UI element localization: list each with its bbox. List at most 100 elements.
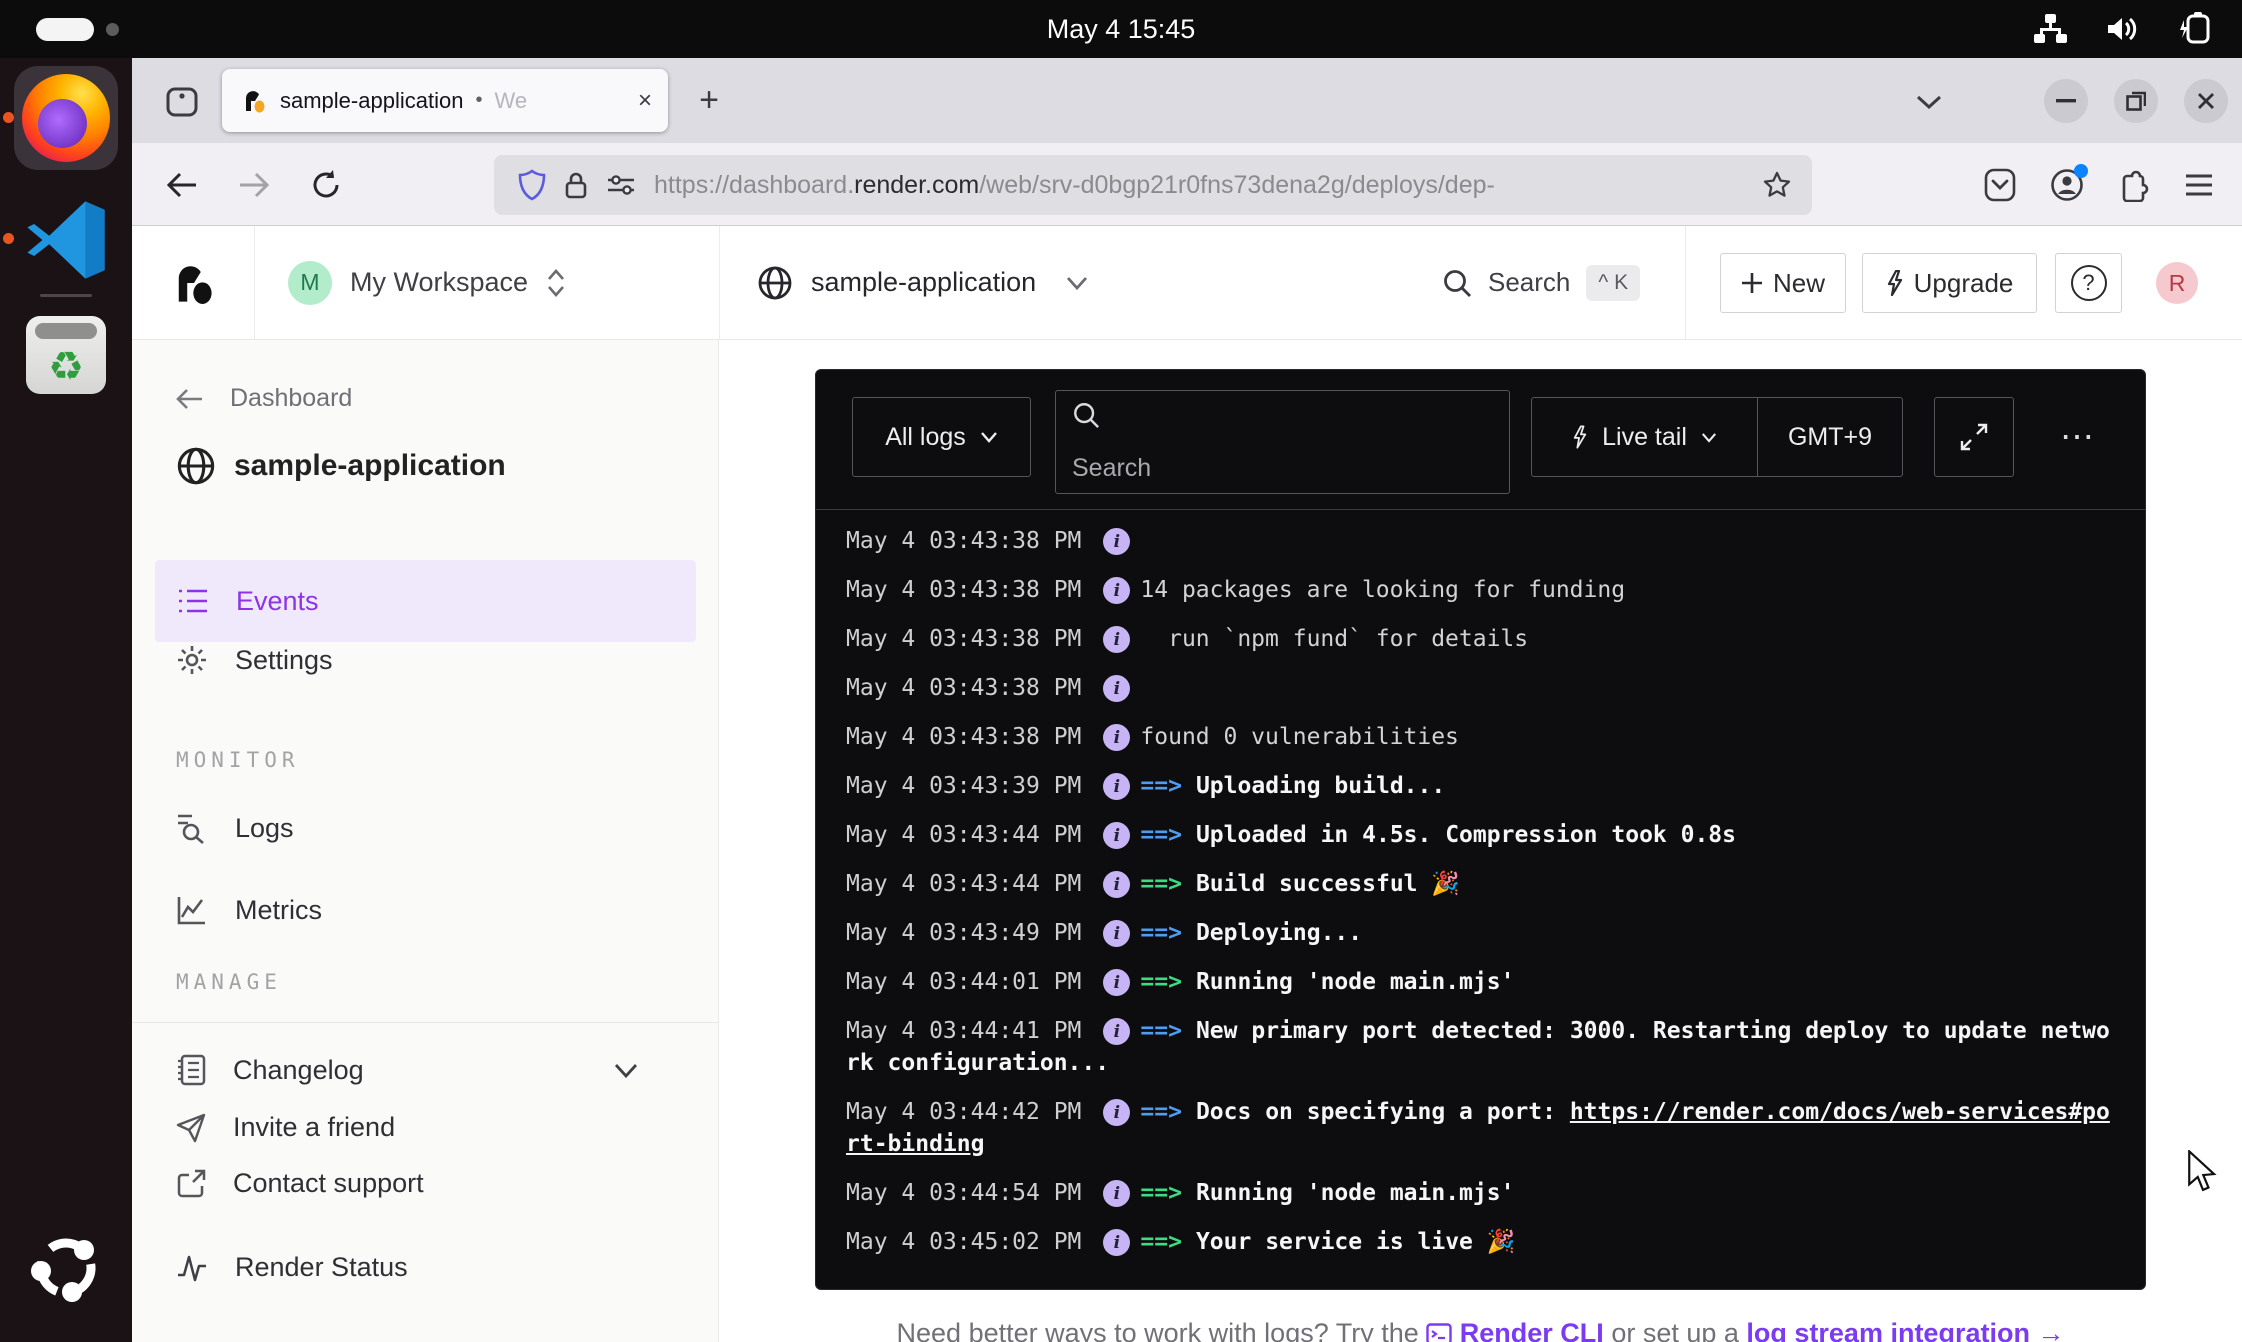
live-tail-button[interactable]: Live tail xyxy=(1532,423,1757,452)
log-entry[interactable]: May 4 03:43:44 PMi==>Uploaded in 4.5s. C… xyxy=(846,819,2115,851)
sidebar-service[interactable]: sample-application xyxy=(176,446,506,486)
changelog-chevron-icon[interactable] xyxy=(614,1063,638,1078)
log-search-input[interactable] xyxy=(1072,454,1493,483)
sidebar-item-logs[interactable]: Logs xyxy=(176,812,294,844)
new-button[interactable]: New xyxy=(1720,253,1846,313)
log-entry[interactable]: May 4 03:43:38 PMi xyxy=(846,525,2115,557)
minimize-button[interactable] xyxy=(2044,79,2088,123)
dock-trash[interactable]: ♻ xyxy=(26,316,106,394)
new-tab-button[interactable]: + xyxy=(688,80,730,122)
url-prefix: https://dashboard. xyxy=(654,171,854,199)
log-arrow: ==> xyxy=(1140,1229,1182,1255)
upgrade-button[interactable]: Upgrade xyxy=(1862,253,2037,313)
log-entry[interactable]: May 4 03:44:42 PMi==>Docs on specifying … xyxy=(846,1096,2115,1160)
log-stream-link-label: log stream integration xyxy=(1746,1318,2030,1342)
workspace-selector[interactable]: M My Workspace xyxy=(288,226,566,339)
log-stream-link[interactable]: log stream integration → xyxy=(1746,1318,2064,1342)
firefox-view-icon[interactable] xyxy=(154,82,210,122)
maximize-button[interactable] xyxy=(2114,79,2158,123)
info-icon: i xyxy=(1103,724,1130,751)
log-entry[interactable]: May 4 03:43:39 PMi==>Uploading build... xyxy=(846,770,2115,802)
log-entry[interactable]: May 4 03:43:49 PMi==>Deploying... xyxy=(846,917,2115,949)
lock-icon[interactable] xyxy=(564,170,588,200)
permissions-toggles-icon[interactable] xyxy=(606,173,636,197)
shield-icon[interactable] xyxy=(518,169,546,201)
log-arrow: ==> xyxy=(1140,1180,1182,1206)
info-icon: i xyxy=(1103,528,1130,555)
log-filter-dropdown[interactable]: All logs xyxy=(852,397,1031,477)
live-tail-group: Live tail GMT+9 xyxy=(1531,397,1903,477)
tab-close-icon[interactable]: × xyxy=(638,87,652,115)
log-message: Uploading build... xyxy=(1196,773,1445,799)
forward-icon[interactable] xyxy=(234,165,274,205)
url-bar[interactable]: https://dashboard.render.com/web/srv-d0b… xyxy=(494,155,1812,215)
log-timestamp: May 4 03:43:44 PM xyxy=(846,822,1081,848)
header-search[interactable]: Search ^ K xyxy=(1442,226,1640,339)
log-entry[interactable]: May 4 03:43:38 PMi14 packages are lookin… xyxy=(846,574,2115,606)
log-arrow: ==> xyxy=(1140,969,1182,995)
reload-icon[interactable] xyxy=(306,165,346,205)
sidebar-item-invite[interactable]: Invite a friend xyxy=(176,1112,395,1143)
log-search-box[interactable] xyxy=(1055,390,1510,494)
dock-ubuntu[interactable] xyxy=(28,1230,104,1306)
sidebar-item-metrics[interactable]: Metrics xyxy=(176,894,322,926)
log-lines[interactable]: May 4 03:43:38 PMiMay 4 03:43:38 PMi14 p… xyxy=(816,511,2145,1289)
tab-subtitle: We xyxy=(494,88,527,114)
sidebar-item-contact[interactable]: Contact support xyxy=(176,1168,424,1199)
sidebar-item-render-status[interactable]: Render Status xyxy=(176,1252,408,1283)
more-options-button[interactable]: ⋯ xyxy=(2060,397,2097,477)
tab-list-chevron-icon[interactable] xyxy=(1904,82,1954,122)
sidebar-item-label: Changelog xyxy=(233,1055,364,1086)
chevron-down-icon xyxy=(1701,432,1717,443)
log-entry[interactable]: May 4 03:45:02 PMi==>Your service is liv… xyxy=(846,1226,2115,1258)
menu-icon[interactable] xyxy=(2184,173,2214,197)
up-down-chevron-icon xyxy=(546,268,566,298)
log-message: 14 packages are looking for funding xyxy=(1140,577,1625,603)
log-entry[interactable]: May 4 03:44:41 PMi==>New primary port de… xyxy=(846,1015,2115,1079)
log-entry[interactable]: May 4 03:43:38 PMi xyxy=(846,672,2115,704)
bookmark-star-icon[interactable] xyxy=(1762,170,1792,200)
timezone-button[interactable]: GMT+9 xyxy=(1758,423,1902,452)
log-entry[interactable]: May 4 03:44:54 PMi==>Running 'node main.… xyxy=(846,1177,2115,1209)
cli-terminal-icon xyxy=(1426,1323,1452,1342)
log-timestamp: May 4 03:43:38 PM xyxy=(846,724,1081,750)
user-avatar[interactable]: R xyxy=(2156,262,2198,304)
sidebar-item-changelog[interactable]: Changelog xyxy=(176,1054,676,1086)
log-message: Deploying... xyxy=(1196,920,1362,946)
log-entry[interactable]: May 4 03:43:38 PMifound 0 vulnerabilitie… xyxy=(846,721,2115,753)
service-selector[interactable]: sample-application xyxy=(757,226,1088,339)
footer-text: Need better ways to work with logs? Try … xyxy=(897,1318,1427,1342)
help-button[interactable]: ? xyxy=(2055,253,2122,313)
back-icon[interactable] xyxy=(162,165,202,205)
log-timestamp: May 4 03:43:38 PM xyxy=(846,675,1081,701)
render-cli-link[interactable]: Render CLI xyxy=(1460,1318,1604,1342)
dock-firefox[interactable] xyxy=(14,66,118,170)
log-entry[interactable]: May 4 03:43:44 PMi==>Build successful 🎉 xyxy=(846,868,2115,900)
log-message: Your service is live 🎉 xyxy=(1196,1229,1515,1255)
close-button[interactable] xyxy=(2184,79,2228,123)
sidebar-section-manage: MANAGE xyxy=(176,970,282,994)
expand-icon xyxy=(1960,423,1988,451)
info-icon: i xyxy=(1103,969,1130,996)
workspace-avatar: M xyxy=(288,261,332,305)
sidebar-item-label: Invite a friend xyxy=(233,1112,395,1143)
expand-button[interactable] xyxy=(1934,397,2014,477)
sidebar-item-settings[interactable]: Settings xyxy=(176,644,333,676)
system-tray[interactable] xyxy=(2032,0,2216,58)
render-logo-icon[interactable] xyxy=(172,260,216,306)
log-entry[interactable]: May 4 03:44:01 PMi==>Running 'node main.… xyxy=(846,966,2115,998)
dock-vscode[interactable] xyxy=(24,198,108,282)
log-message: Uploaded in 4.5s. Compression took 0.8s xyxy=(1196,822,1736,848)
sidebar-back-dashboard[interactable]: Dashboard xyxy=(176,384,352,413)
account-icon[interactable] xyxy=(2050,168,2084,202)
system-clock[interactable]: May 4 15:45 xyxy=(0,0,2242,58)
extensions-icon[interactable] xyxy=(2118,168,2150,202)
url-text[interactable]: https://dashboard.render.com/web/srv-d0b… xyxy=(654,171,1744,200)
sidebar-item-events[interactable]: Events xyxy=(155,560,696,642)
info-icon: i xyxy=(1103,1099,1130,1126)
trash-lid-icon xyxy=(35,323,97,339)
browser-tab[interactable]: sample-application • We × xyxy=(222,69,668,132)
log-entry[interactable]: May 4 03:43:38 PMi run `npm fund` for de… xyxy=(846,623,2115,655)
screen: May 4 15:45 ♻ xyxy=(0,0,2242,1342)
pocket-icon[interactable] xyxy=(1984,168,2016,202)
